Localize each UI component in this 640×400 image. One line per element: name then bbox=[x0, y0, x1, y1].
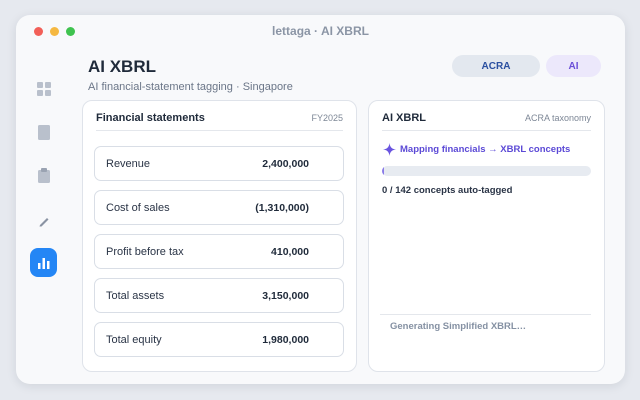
document-icon bbox=[38, 124, 50, 140]
period-label: FY2025 bbox=[311, 113, 343, 123]
row-value: 1,980,000 bbox=[262, 334, 309, 346]
page-subtitle: AI financial-statement tagging · Singapo… bbox=[88, 81, 293, 93]
sidebar-item-edit[interactable] bbox=[30, 207, 58, 235]
sparkle-icon bbox=[383, 143, 396, 156]
app-window: lettaga · AI XBRL AI XBRL AI financial-s… bbox=[16, 15, 625, 384]
dashboard-grid-icon bbox=[37, 82, 51, 96]
sidebar-item-reports[interactable] bbox=[30, 248, 57, 277]
acra-button[interactable]: ACRA bbox=[452, 55, 540, 77]
page-title: AI XBRL bbox=[88, 57, 156, 76]
row-value: 410,000 bbox=[271, 246, 309, 258]
progress-fill bbox=[382, 166, 384, 176]
statement-row-profit-before-tax[interactable]: Profit before tax 410,000 bbox=[94, 234, 344, 269]
panel-header: Financial statements FY2025 bbox=[96, 101, 343, 131]
ai-button[interactable]: AI bbox=[546, 55, 601, 77]
row-label: Cost of sales bbox=[106, 202, 170, 214]
statement-row-revenue[interactable]: Revenue 2,400,000 bbox=[94, 146, 344, 181]
ai-xbrl-panel: AI XBRL ACRA taxonomy Mapping financials… bbox=[368, 100, 605, 372]
row-label: Total assets bbox=[106, 290, 165, 302]
mapping-status-text: Mapping financials → XBRL concepts bbox=[400, 144, 571, 155]
row-label: Total equity bbox=[106, 334, 162, 346]
clipboard-icon bbox=[38, 167, 50, 183]
generating-status: Generating Simplified XBRL… bbox=[390, 321, 527, 332]
sidebar-item-dashboard[interactable] bbox=[30, 75, 58, 103]
row-label: Revenue bbox=[106, 158, 151, 170]
bar-chart-icon bbox=[37, 257, 49, 269]
statement-row-total-equity[interactable]: Total equity 1,980,000 bbox=[94, 322, 344, 357]
mapping-status: Mapping financials → XBRL concepts bbox=[383, 143, 570, 156]
statement-row-total-assets[interactable]: Total assets 3,150,000 bbox=[94, 278, 344, 313]
sidebar-item-tasks[interactable] bbox=[30, 161, 58, 189]
window-title: lettaga · AI XBRL bbox=[272, 24, 369, 38]
row-label: Profit before tax bbox=[106, 246, 184, 258]
statement-row-cost-of-sales[interactable]: Cost of sales (1,310,000) bbox=[94, 190, 344, 225]
progress-count: 0 / 142 concepts auto-tagged bbox=[382, 185, 513, 196]
panel-header: AI XBRL ACRA taxonomy bbox=[382, 101, 591, 131]
row-value: 3,150,000 bbox=[262, 290, 309, 302]
tagging-progress-bar bbox=[382, 166, 591, 176]
title-bar: lettaga · AI XBRL bbox=[16, 15, 625, 47]
sidebar-item-documents[interactable] bbox=[30, 118, 58, 146]
row-value: 2,400,000 bbox=[262, 158, 309, 170]
taxonomy-label: ACRA taxonomy bbox=[524, 113, 591, 123]
pencil-icon bbox=[39, 218, 49, 227]
panel-title: Financial statements bbox=[96, 112, 205, 124]
panel-footer-divider bbox=[380, 314, 591, 315]
row-value: (1,310,000) bbox=[255, 202, 309, 214]
financial-statements-panel: Financial statements FY2025 Revenue 2,40… bbox=[82, 100, 357, 372]
panel-title: AI XBRL bbox=[382, 112, 426, 124]
